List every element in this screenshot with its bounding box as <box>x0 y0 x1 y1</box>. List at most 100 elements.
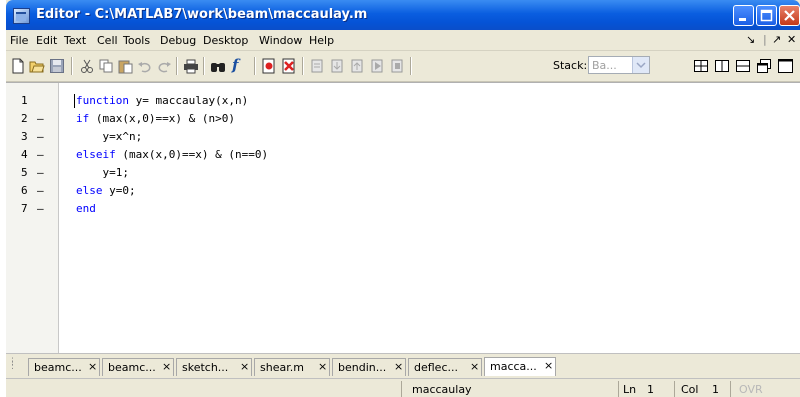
menu-cell[interactable]: Cell <box>97 34 118 47</box>
tab-deflec[interactable]: deflec... × <box>408 358 482 376</box>
step-in-icon[interactable] <box>329 58 345 74</box>
status-bar: maccaulay Ln 1 Col 1 OVR <box>6 378 800 397</box>
breakpoint-marker[interactable]: – <box>37 112 44 125</box>
new-file-icon[interactable] <box>10 58 26 74</box>
tab-sketch[interactable]: sketch... × <box>176 358 252 376</box>
tab-beamc-2[interactable]: beamc... × <box>102 358 174 376</box>
toolbar-separator <box>254 57 255 75</box>
tab-close-icon[interactable]: × <box>394 360 403 373</box>
tab-label: beamc... <box>108 361 156 374</box>
breakpoint-marker[interactable]: – <box>37 202 44 215</box>
tab-bendin[interactable]: bendin... × <box>332 358 406 376</box>
close-document-icon[interactable]: ✕ <box>787 33 796 46</box>
tab-label: beamc... <box>34 361 82 374</box>
dock-arrow-icon[interactable]: ↘ <box>746 33 755 46</box>
code-line[interactable]: 3 – y=x^n; <box>6 129 800 147</box>
status-ln-value: 1 <box>647 383 654 396</box>
stack-select-value: Ba... <box>592 59 617 72</box>
tile-vertical-icon[interactable] <box>714 58 730 74</box>
step-icon[interactable] <box>309 58 325 74</box>
clear-breakpoint-icon[interactable] <box>281 58 297 74</box>
maximize-icon[interactable] <box>777 58 793 74</box>
tab-close-icon[interactable]: × <box>318 360 327 373</box>
keyword: if <box>76 112 90 125</box>
undock-arrow-icon[interactable]: ↗ <box>772 33 781 46</box>
menu-tools[interactable]: Tools <box>123 34 150 47</box>
tab-label: sketch... <box>182 361 229 374</box>
stack-select[interactable]: Ba... <box>588 56 650 74</box>
breakpoint-marker[interactable]: – <box>37 130 44 143</box>
menu-divider: | <box>763 33 767 46</box>
breakpoint-marker[interactable]: – <box>37 148 44 161</box>
code-line[interactable]: 4 – elseif (max(x,0)==x) & (n==0) <box>6 147 800 165</box>
editor-app-icon[interactable] <box>13 8 30 24</box>
status-col-label: Col <box>681 383 699 396</box>
code-rest: y=x^n; <box>76 130 143 143</box>
close-button[interactable] <box>779 5 800 26</box>
code-text: if (max(x,0)==x) & (n>0) <box>76 112 235 125</box>
breakpoint-marker[interactable]: – <box>37 184 44 197</box>
menu-edit[interactable]: Edit <box>36 34 57 47</box>
tab-close-icon[interactable]: × <box>240 360 249 373</box>
tab-label: bendin... <box>338 361 387 374</box>
code-line[interactable]: 7 – end <box>6 201 800 219</box>
menu-help[interactable]: Help <box>309 34 334 47</box>
minimize-button[interactable] <box>733 5 754 26</box>
undo-icon[interactable] <box>137 58 153 74</box>
keyword: elseif <box>76 148 116 161</box>
code-line[interactable]: 2 – if (max(x,0)==x) & (n>0) <box>6 111 800 129</box>
tile-horizontal-icon[interactable] <box>735 58 751 74</box>
float-icon[interactable] <box>756 58 772 74</box>
tile-grid-icon[interactable] <box>693 58 709 74</box>
code-text: y=x^n; <box>76 130 142 143</box>
tab-shear[interactable]: shear.m × <box>254 358 330 376</box>
tab-beamc-1[interactable]: beamc... × <box>28 358 100 376</box>
save-icon[interactable] <box>49 58 65 74</box>
step-out-icon[interactable] <box>349 58 365 74</box>
tab-close-icon[interactable]: × <box>162 360 171 373</box>
maximize-button[interactable] <box>756 5 777 26</box>
close-icon <box>784 10 795 21</box>
stack-dropdown-button[interactable] <box>632 57 649 73</box>
cut-icon[interactable] <box>79 58 95 74</box>
tab-close-icon[interactable]: × <box>470 360 479 373</box>
line-number: 5 <box>21 166 28 179</box>
function-icon[interactable]: f <box>232 56 248 74</box>
set-breakpoint-icon[interactable] <box>261 58 277 74</box>
menu-window[interactable]: Window <box>259 34 302 47</box>
code-editor[interactable]: 1 function y= maccaulay(x,n) 2 – if (max… <box>6 82 800 353</box>
menu-file[interactable]: File <box>10 34 28 47</box>
open-folder-icon[interactable] <box>29 58 45 74</box>
code-line[interactable]: 1 function y= maccaulay(x,n) <box>6 93 800 111</box>
status-ovr-cell: OVR <box>730 381 800 397</box>
find-icon[interactable] <box>210 58 226 74</box>
copy-icon[interactable] <box>98 58 114 74</box>
redo-icon[interactable] <box>156 58 172 74</box>
code-text: y=1; <box>76 166 129 179</box>
tab-close-icon[interactable]: × <box>88 360 97 373</box>
status-line-cell: Ln 1 <box>618 381 672 397</box>
tab-macca[interactable]: macca... × <box>484 357 556 376</box>
continue-icon[interactable] <box>369 58 385 74</box>
title-bar[interactable]: Editor - C:\MATLAB7\work\beam\maccaulay.… <box>6 0 800 30</box>
print-icon[interactable] <box>183 58 199 74</box>
status-function-name: maccaulay <box>412 383 472 396</box>
code-text: end <box>76 202 96 215</box>
chevron-down-icon <box>636 62 646 69</box>
tab-close-icon[interactable]: × <box>544 359 553 372</box>
menu-debug[interactable]: Debug <box>160 34 196 47</box>
paste-icon[interactable] <box>117 58 133 74</box>
code-rest: (max(x,0)==x) & (n==0) <box>115 148 269 161</box>
editor-window: Editor - C:\MATLAB7\work\beam\maccaulay.… <box>6 0 800 397</box>
breakpoint-marker[interactable]: – <box>37 166 44 179</box>
status-ovr: OVR <box>739 383 763 396</box>
code-line[interactable]: 5 – y=1; <box>6 165 800 183</box>
menu-text[interactable]: Text <box>64 34 86 47</box>
menu-desktop[interactable]: Desktop <box>203 34 248 47</box>
code-line[interactable]: 6 – else y=0; <box>6 183 800 201</box>
status-function-cell: maccaulay <box>401 381 616 397</box>
status-col-value: 1 <box>712 383 719 396</box>
code-rest: y= maccaulay(x,n) <box>128 94 249 107</box>
drag-grip-icon[interactable]: ⋮ ⋮ <box>8 358 17 374</box>
exit-debug-icon[interactable] <box>389 58 405 74</box>
